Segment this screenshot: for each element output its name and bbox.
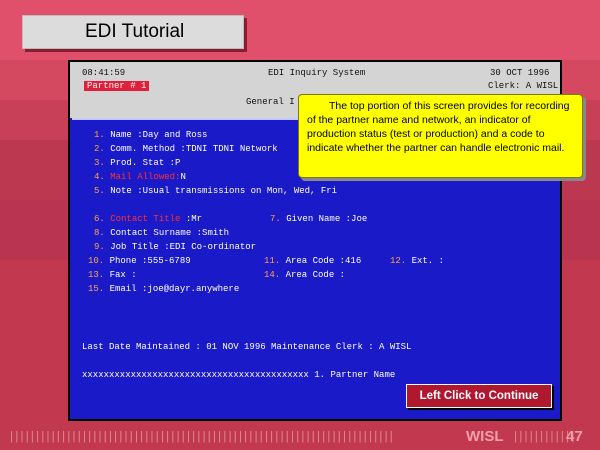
maintenance-line: Last Date Maintained : 01 NOV 1996 Maint… <box>82 342 412 352</box>
footer-brand: WISL <box>466 428 504 445</box>
partner-badge: Partner # 1 <box>84 81 150 91</box>
footer-bars-left: ||||||||||||||||||||||||||||||||||||||||… <box>8 430 395 444</box>
field-row-11[interactable]: 11. Area Code :416 <box>264 256 361 266</box>
field-row-3[interactable]: 3. Prod. Stat :P <box>94 158 180 168</box>
menu-line: xxxxxxxxxxxxxxxxxxxxxxxxxxxxxxxxxxxxxxxx… <box>82 370 396 380</box>
terminal-time: 08:41:59 <box>82 68 126 78</box>
field-row-7[interactable]: 7. Given Name :Joe <box>270 214 367 224</box>
system-name: EDI Inquiry System <box>268 68 366 78</box>
field-row-5[interactable]: 5. Note :Usual transmissions on Mon, Wed… <box>94 186 337 196</box>
slide-footer: ||||||||||||||||||||||||||||||||||||||||… <box>0 426 600 450</box>
callout-text: The top portion of this screen provides … <box>307 100 570 154</box>
field-row-12[interactable]: 12. Ext. : <box>390 256 444 266</box>
page-number: 47 <box>566 428 583 445</box>
explanation-callout: The top portion of this screen provides … <box>298 94 583 178</box>
slide-title: EDI Tutorial <box>85 21 185 42</box>
screen-subtitle: General I <box>246 97 295 107</box>
field-row-13[interactable]: 13. Fax : <box>88 270 137 280</box>
continue-button[interactable]: Left Click to Continue <box>406 384 552 408</box>
field-row-4[interactable]: 4. Mail Allowed:N <box>94 172 186 182</box>
field-row-9[interactable]: 9. Job Title :EDI Co-ordinator <box>94 242 256 252</box>
field-row-15[interactable]: 15. Email :joe@dayr.anywhere <box>88 284 239 294</box>
field-row-2[interactable]: 2. Comm. Method :TDNI TDNI Network <box>94 144 278 154</box>
field-row-8[interactable]: 8. Contact Surname :Smith <box>94 228 229 238</box>
field-row-6[interactable]: 6. Contact Title :Mr <box>94 214 202 224</box>
field-row-1[interactable]: 1. Name :Day and Ross <box>94 130 207 140</box>
field-row-10[interactable]: 10. Phone :555-6789 <box>88 256 191 266</box>
terminal-date: 30 OCT 1996 <box>490 68 550 78</box>
slide-title-box: EDI Tutorial <box>22 15 244 49</box>
clerk-label: Clerk: A WISL <box>488 81 559 91</box>
field-row-14[interactable]: 14. Area Code : <box>264 270 345 280</box>
